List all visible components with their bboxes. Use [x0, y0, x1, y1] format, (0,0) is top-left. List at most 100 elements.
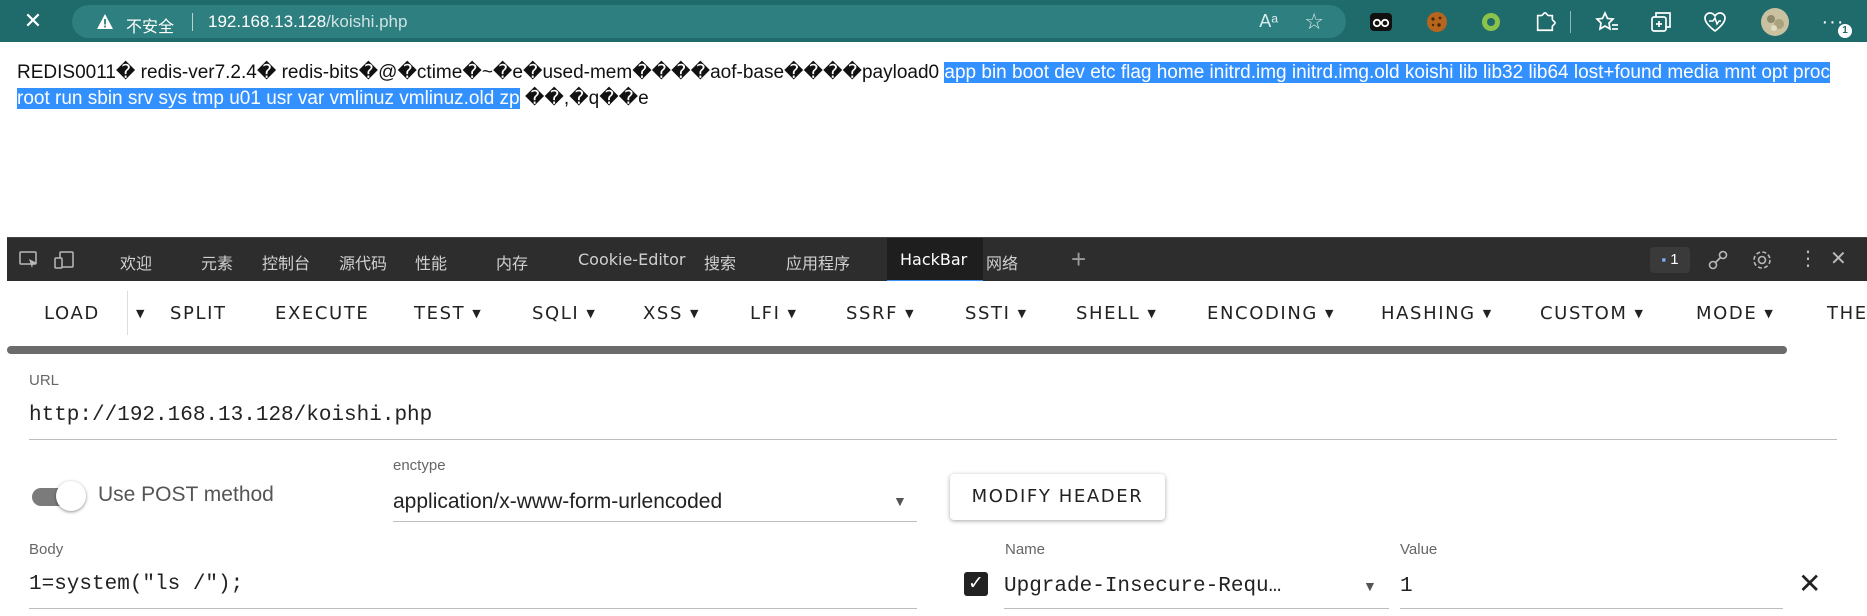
ssti-label: SSTI: [965, 303, 1011, 324]
response-prefix: REDIS0011� redis-ver7.2.4� redis-bits�@�…: [17, 62, 945, 83]
remove-header-icon[interactable]: ✕: [1798, 567, 1821, 600]
url-path: /koishi.php: [326, 12, 408, 31]
header-value-underline: [1400, 608, 1783, 609]
settings-gear-icon[interactable]: [1751, 249, 1773, 271]
chevron-down-icon: ▼: [1482, 307, 1493, 320]
url-host: 192.168.13.128: [208, 12, 327, 31]
header-name-underline: [1004, 608, 1389, 609]
hackbar-toolbar: LOAD ▼ SPLIT EXECUTE TEST ▼ SQLI ▼ XSS ▼ LF…: [7, 281, 1867, 349]
encoding-menu-button[interactable]: ENCODING ▼: [1207, 303, 1335, 324]
address-divider: [192, 13, 193, 31]
tab-welcome[interactable]: 欢迎: [120, 250, 152, 274]
load-button[interactable]: LOAD: [44, 303, 100, 324]
split-button[interactable]: SPLIT: [170, 303, 227, 324]
custom-menu-button[interactable]: CUSTOM ▼: [1540, 303, 1645, 324]
message-icon: ▪: [1661, 252, 1667, 267]
chevron-down-icon: ▼: [586, 307, 597, 320]
chevron-down-icon[interactable]: ▼: [893, 493, 907, 509]
status-ring-icon[interactable]: [1478, 9, 1504, 35]
enctype-select[interactable]: application/x-www-form-urlencoded: [393, 490, 722, 514]
lfi-menu-button[interactable]: LFI ▼: [750, 303, 798, 324]
sqli-label: SQLI: [532, 303, 580, 324]
extensions-puzzle-icon[interactable]: [1532, 9, 1558, 35]
header-enabled-checkbox[interactable]: ✓: [964, 572, 988, 596]
custom-label: CUSTOM: [1540, 303, 1628, 324]
xss-menu-button[interactable]: XSS ▼: [643, 303, 700, 324]
cookie-icon[interactable]: [1424, 9, 1450, 35]
header-name-label: Name: [1005, 541, 1046, 558]
header-name-input[interactable]: Upgrade-Insecure-Requ…: [1004, 575, 1281, 598]
ssrf-menu-button[interactable]: SSRF ▼: [846, 303, 915, 324]
tab-search[interactable]: 搜索: [704, 250, 736, 274]
shell-menu-button[interactable]: SHELL ▼: [1076, 303, 1157, 324]
tab-memory[interactable]: 内存: [496, 250, 528, 274]
post-toggle-knob[interactable]: [56, 481, 86, 511]
load-divider: [127, 291, 128, 335]
security-label[interactable]: 不安全: [126, 13, 174, 37]
body-label: Body: [29, 541, 64, 558]
header-value-input[interactable]: 1: [1400, 575, 1413, 598]
read-aloud-icon[interactable]: A͏ᵃ: [1259, 11, 1278, 32]
inspect-element-icon[interactable]: [19, 251, 39, 269]
tab-elements[interactable]: 元素: [201, 250, 233, 274]
close-devtools-icon[interactable]: ✕: [1830, 246, 1847, 271]
chevron-down-icon: ▼: [787, 307, 798, 320]
sqli-menu-button[interactable]: SQLI ▼: [532, 303, 596, 324]
tab-hackbar[interactable]: HackBar: [900, 250, 967, 269]
close-icon[interactable]: ✕: [22, 10, 44, 32]
ssrf-label: SSRF: [846, 303, 899, 324]
url-input[interactable]: http://192.168.13.128/koishi.php: [29, 404, 432, 427]
page-content: REDIS0011� redis-ver7.2.4� redis-bits�@�…: [0, 42, 1867, 237]
lfi-label: LFI: [750, 303, 781, 324]
xss-label: XSS: [643, 303, 683, 324]
response-text: REDIS0011� redis-ver7.2.4� redis-bits�@�…: [17, 60, 1857, 112]
tab-cookie-editor[interactable]: Cookie-Editor: [578, 250, 685, 269]
url-label: URL: [29, 372, 60, 389]
tab-network[interactable]: 网络: [986, 250, 1018, 274]
chevron-down-icon: ▼: [472, 307, 483, 320]
issues-count: 1: [1670, 251, 1679, 268]
profile-avatar[interactable]: [1760, 7, 1790, 37]
browser-toolbar: ✕ 不安全 192.168.13.128/koishi.php A͏ᵃ ☆ ··…: [0, 0, 1867, 42]
post-method-label[interactable]: Use POST method: [98, 483, 274, 507]
execute-button[interactable]: EXECUTE: [275, 303, 369, 324]
theme-menu-button[interactable]: THE: [1827, 303, 1867, 324]
header-value-label: Value: [1400, 541, 1438, 558]
tab-console[interactable]: 控制台: [262, 250, 310, 274]
load-dropdown-icon[interactable]: ▼: [129, 303, 146, 324]
favorite-star-icon[interactable]: ☆: [1304, 9, 1324, 35]
address-bar[interactable]: 不安全 192.168.13.128/koishi.php A͏ᵃ ☆: [72, 5, 1346, 38]
chevron-down-icon[interactable]: ▼: [1363, 578, 1377, 594]
horizontal-scrollbar[interactable]: [7, 346, 1787, 354]
connections-icon[interactable]: [1707, 249, 1729, 271]
chevron-down-icon: ▼: [1017, 307, 1028, 320]
tab-application[interactable]: 应用程序: [786, 250, 850, 274]
extension-glasses-icon[interactable]: [1368, 9, 1394, 35]
tab-performance[interactable]: 性能: [415, 250, 447, 274]
mode-menu-button[interactable]: MODE ▼: [1696, 303, 1774, 324]
more-options-icon[interactable]: ⋮: [1798, 246, 1818, 271]
hashing-menu-button[interactable]: HASHING ▼: [1381, 303, 1493, 324]
body-underline: [29, 608, 917, 609]
browser-essentials-icon[interactable]: [1702, 9, 1728, 35]
url-text[interactable]: 192.168.13.128/koishi.php: [208, 12, 407, 32]
chevron-down-icon: ▼: [1324, 307, 1336, 320]
collections-icon[interactable]: [1648, 9, 1674, 35]
test-menu-button[interactable]: TEST ▼: [414, 303, 482, 324]
encoding-label: ENCODING: [1207, 303, 1318, 324]
body-input[interactable]: 1=system("ls /");: [29, 573, 243, 596]
warning-icon[interactable]: [96, 13, 114, 31]
notification-badge: 1: [1838, 24, 1852, 38]
add-tab-icon[interactable]: +: [1071, 244, 1086, 275]
toolbar-divider: [1570, 11, 1571, 33]
hashing-label: HASHING: [1381, 303, 1476, 324]
enctype-label: enctype: [393, 457, 446, 474]
mode-label: MODE: [1696, 303, 1758, 324]
issues-badge[interactable]: ▪ 1: [1650, 247, 1690, 273]
tab-sources[interactable]: 源代码: [339, 250, 387, 274]
device-emulation-icon[interactable]: [54, 251, 74, 269]
ssti-menu-button[interactable]: SSTI ▼: [965, 303, 1028, 324]
favorites-list-icon[interactable]: [1594, 9, 1620, 35]
modify-header-button[interactable]: MODIFY HEADER: [950, 474, 1165, 520]
response-suffix: ��,�q��e: [519, 88, 649, 109]
